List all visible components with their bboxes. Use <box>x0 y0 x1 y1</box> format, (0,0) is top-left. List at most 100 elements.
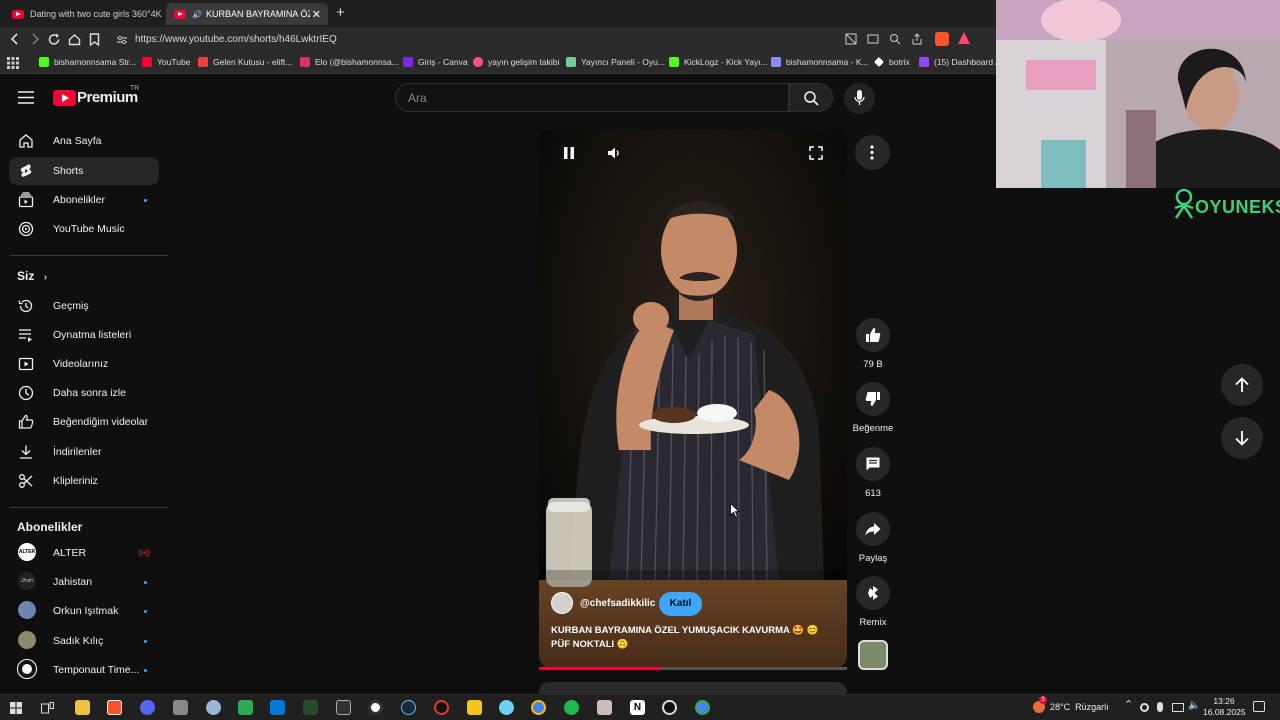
network-icon[interactable] <box>1172 703 1184 712</box>
app-icon[interactable] <box>467 700 482 715</box>
sidebar-item-watch-later[interactable]: Daha sonra izle <box>9 379 159 407</box>
search-input[interactable]: Ara <box>395 83 789 112</box>
bookmark-item[interactable]: yayın gelişim takibi <box>473 57 559 67</box>
chevron-up-icon[interactable]: ⌃ <box>1124 698 1133 711</box>
bookmark-item[interactable]: bishamonnsama Str... <box>39 57 136 67</box>
brave-shields-icon[interactable] <box>935 32 949 46</box>
forward-icon[interactable] <box>29 33 41 45</box>
browser-tab-active[interactable]: 🔊 KURBAN BAYRAMINA ÖZEL Y ✕ <box>166 3 328 25</box>
dislike-button[interactable]: Beğenme <box>853 382 893 434</box>
fullscreen-icon[interactable] <box>809 146 823 160</box>
youtube-logo-icon[interactable] <box>53 90 76 106</box>
bookmark-item[interactable]: bishamonnsama - K... <box>771 57 869 67</box>
bookmark-icon[interactable] <box>89 33 100 46</box>
app-icon[interactable] <box>434 700 449 715</box>
site-settings-icon[interactable] <box>116 35 128 45</box>
channel-handle[interactable]: @chefsadikkilic <box>580 598 655 609</box>
video-progress-bar[interactable] <box>539 667 847 670</box>
sidebar-item-liked-videos[interactable]: Beğendiğim videolar <box>9 408 159 436</box>
sidebar-item-youtube-music[interactable]: YouTube Music <box>9 215 159 243</box>
join-button[interactable]: Katıl <box>659 592 702 616</box>
bookmark-item[interactable]: Yayıncı Paneli - Oyu... <box>566 57 665 67</box>
share-button[interactable]: Paylaş <box>855 512 891 564</box>
sidebar-item-clips[interactable]: Klipleriniz <box>9 467 159 495</box>
bookmark-item[interactable]: (15) Dashboard / <box>919 57 998 67</box>
app-icon[interactable] <box>597 700 612 715</box>
menu-icon[interactable] <box>18 91 34 104</box>
volume-tray-icon[interactable]: 🔈 <box>1188 700 1200 711</box>
more-options-button[interactable] <box>855 135 890 170</box>
you-section-heading[interactable]: Siz › <box>17 269 47 283</box>
previous-short-button[interactable] <box>1221 364 1263 406</box>
close-tab-icon[interactable]: ✕ <box>312 8 321 21</box>
file-explorer-icon[interactable] <box>75 700 90 715</box>
pause-icon[interactable] <box>563 147 575 159</box>
next-short-button[interactable] <box>1221 417 1263 459</box>
bookmark-item[interactable]: Elo (@bishamonnsa... <box>300 57 399 67</box>
task-view-icon[interactable] <box>41 702 54 714</box>
chrome-icon[interactable] <box>531 700 546 715</box>
subscription-channel-temponaut[interactable]: Temponaut Time... <box>9 656 159 684</box>
chrome-icon[interactable] <box>695 700 710 715</box>
comments-button[interactable]: 613 <box>855 447 891 499</box>
new-tab-button[interactable]: + <box>336 4 345 21</box>
notion-icon[interactable]: N <box>630 700 645 715</box>
bookmark-item[interactable]: KickLogz - Kick Yayı... <box>669 57 768 67</box>
home-icon[interactable] <box>68 33 81 46</box>
next-short-preview[interactable] <box>539 682 847 694</box>
weather-text[interactable]: 28°C Rüzgarlı <box>1050 702 1109 712</box>
sidebar-item-subscriptions[interactable]: Abonelikler <box>9 186 159 214</box>
spotify-icon[interactable] <box>564 700 579 715</box>
bookmark-item[interactable]: Gelen Kutusu - elift... <box>198 57 292 67</box>
bookmark-item[interactable]: botrix <box>874 57 910 67</box>
app-icon[interactable] <box>662 700 677 715</box>
subscription-channel-sadik[interactable]: Sadık Kılıç <box>9 627 159 655</box>
bookmark-item[interactable]: Giriş - Canva <box>403 57 468 67</box>
sidebar-item-home[interactable]: Ana Sayfa <box>9 127 159 155</box>
brave-browser-icon[interactable] <box>107 700 122 715</box>
reload-icon[interactable] <box>48 33 61 46</box>
search-button[interactable] <box>789 83 833 112</box>
app-icon[interactable] <box>173 700 188 715</box>
sidebar-item-downloads[interactable]: İndirilenler <box>9 438 159 466</box>
sound-thumbnail[interactable] <box>858 640 888 670</box>
sidebar-item-shorts[interactable]: Shorts <box>9 157 159 185</box>
brave-rewards-icon[interactable] <box>958 32 970 44</box>
clock-time[interactable]: 13:26 <box>1203 696 1245 706</box>
excel-icon[interactable] <box>238 700 253 715</box>
discord-icon[interactable] <box>140 700 155 715</box>
share-page-icon[interactable] <box>911 33 923 45</box>
back-icon[interactable] <box>9 33 21 45</box>
clock-date[interactable]: 16.08.2025 <box>1203 707 1246 717</box>
epic-games-icon[interactable] <box>336 700 351 715</box>
obs-icon[interactable] <box>368 700 383 715</box>
logo-text[interactable]: Premium <box>77 89 138 106</box>
short-title[interactable]: KURBAN BAYRAMINA ÖZEL YUMUŞACIK KAVURMA … <box>551 624 831 652</box>
voice-search-button[interactable] <box>844 83 875 114</box>
like-button[interactable]: 79 B <box>855 318 891 370</box>
url-field[interactable]: https://www.youtube.com/shorts/h46LwktrI… <box>110 31 990 49</box>
sidebar-item-history[interactable]: Geçmiş <box>9 292 159 320</box>
store-icon[interactable] <box>270 700 285 715</box>
subscription-channel-jahistan[interactable]: Jhstn Jahistan <box>9 568 159 596</box>
steam-icon[interactable] <box>401 700 416 715</box>
app-icon[interactable] <box>206 700 221 715</box>
cast-icon[interactable] <box>867 33 879 45</box>
subscription-channel-alter[interactable]: ALTER ALTER ((•)) <box>9 539 159 567</box>
microphone-tray-icon[interactable] <box>1157 702 1163 712</box>
shorts-video-player[interactable]: @chefsadikkilic Katıl KURBAN BAYRAMINA Ö… <box>539 130 847 668</box>
notifications-icon[interactable] <box>1253 701 1265 712</box>
browser-tab[interactable]: Dating with two cute girls 360°4K - Y <box>4 3 164 25</box>
volume-icon[interactable] <box>607 146 621 160</box>
apps-grid-icon[interactable] <box>7 57 19 69</box>
remix-button[interactable]: Remix <box>855 576 891 628</box>
sidebar-item-playlists[interactable]: Oynatma listeleri <box>9 321 159 349</box>
game-icon[interactable] <box>303 700 318 715</box>
channel-avatar[interactable] <box>551 592 573 614</box>
windows-start-icon[interactable] <box>10 702 22 714</box>
sidebar-item-your-videos[interactable]: Videolarınız <box>9 350 159 378</box>
reader-mode-icon[interactable] <box>845 33 857 45</box>
app-icon[interactable] <box>499 700 514 715</box>
bookmark-item[interactable]: YouTube <box>142 57 190 67</box>
zoom-icon[interactable] <box>889 33 901 45</box>
